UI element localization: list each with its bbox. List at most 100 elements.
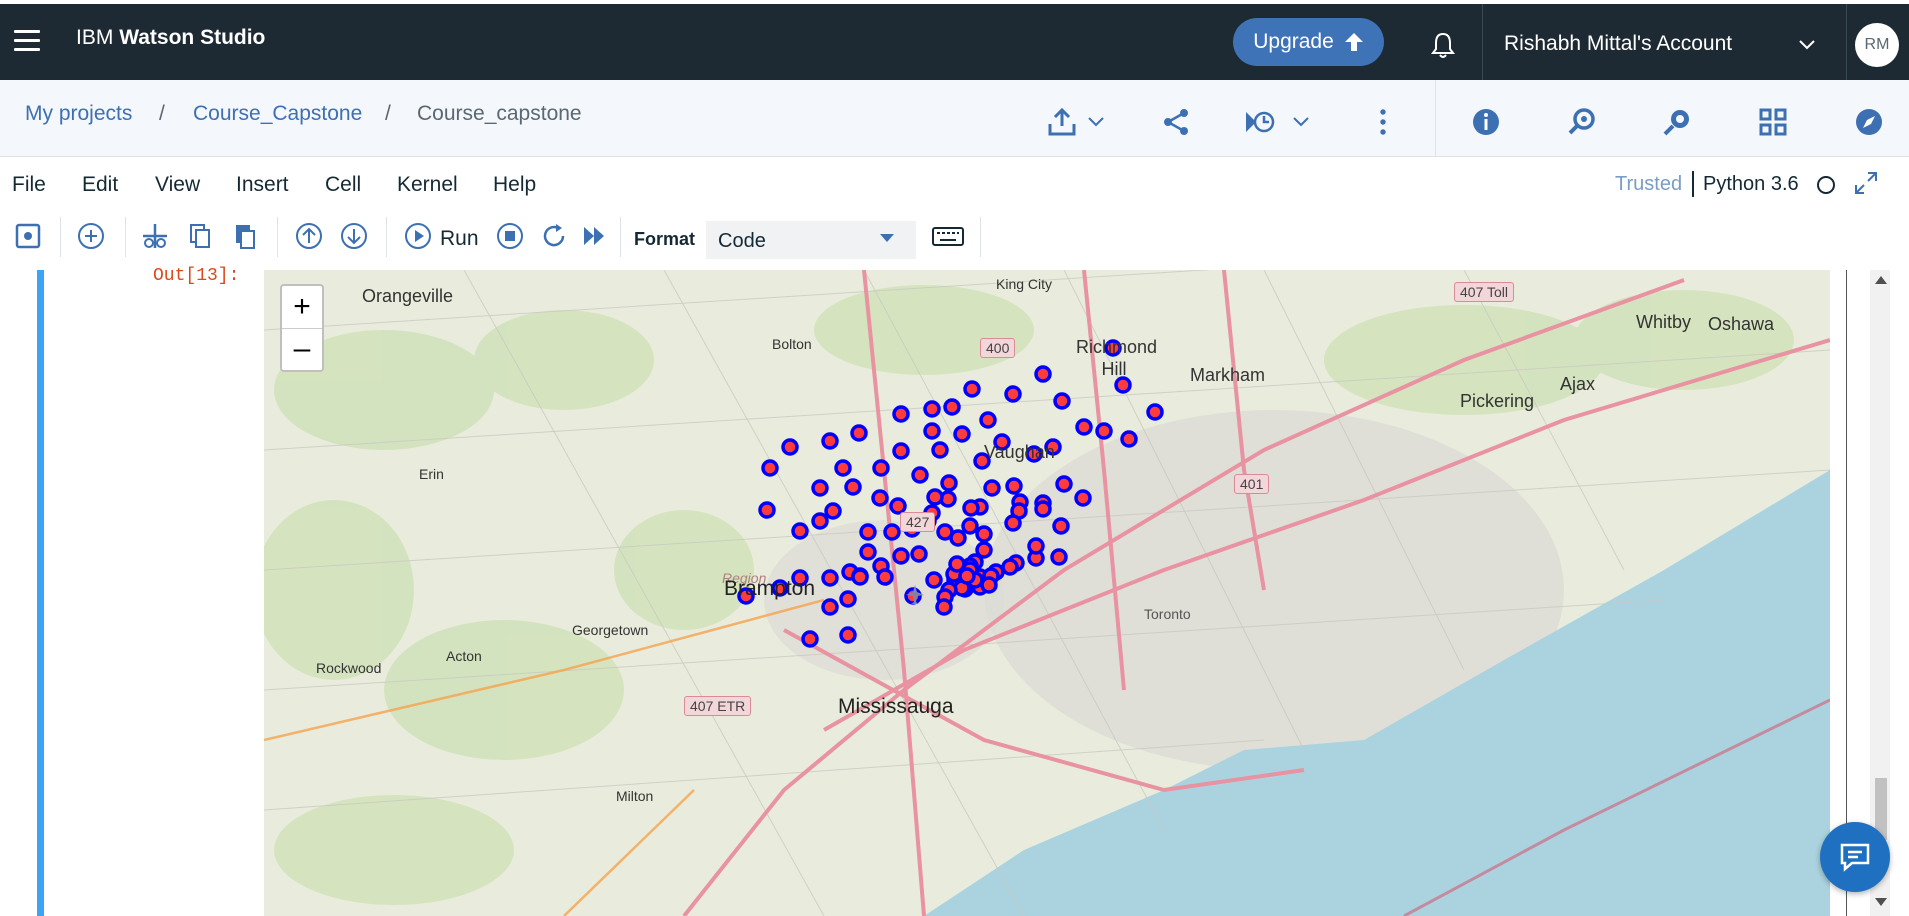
- neighborhood-marker[interactable]: [851, 568, 869, 586]
- neighborhood-marker[interactable]: [1034, 500, 1052, 518]
- scroll-down-icon[interactable]: [1875, 898, 1887, 906]
- breadcrumb-my-projects[interactable]: My projects: [25, 102, 132, 126]
- neighborhood-marker[interactable]: [980, 576, 998, 594]
- neighborhood-marker[interactable]: [889, 497, 907, 515]
- neighborhood-marker[interactable]: [821, 598, 839, 616]
- neighborhood-marker[interactable]: [931, 441, 949, 459]
- neighborhood-marker[interactable]: [872, 459, 890, 477]
- neighborhood-marker[interactable]: [839, 626, 857, 644]
- menu-kernel[interactable]: Kernel: [397, 173, 458, 197]
- run-icon[interactable]: [403, 221, 433, 251]
- overflow-icon[interactable]: [1373, 106, 1393, 138]
- zoom-out-button[interactable]: –: [282, 328, 322, 370]
- neighborhood-marker[interactable]: [1074, 489, 1092, 507]
- breadcrumb-project[interactable]: Course_Capstone: [193, 102, 362, 126]
- neighborhood-marker[interactable]: [1005, 477, 1023, 495]
- chevron-down-icon[interactable]: [1797, 34, 1817, 54]
- add-cell-icon[interactable]: [76, 221, 106, 251]
- version-history-icon[interactable]: [1244, 106, 1276, 138]
- account-switcher[interactable]: Rishabh Mittal's Account: [1504, 32, 1732, 56]
- neighborhood-marker[interactable]: [850, 424, 868, 442]
- neighborhood-marker[interactable]: [824, 502, 842, 520]
- neighborhood-marker[interactable]: [821, 432, 839, 450]
- neighborhood-marker[interactable]: [883, 523, 901, 541]
- neighborhood-marker[interactable]: [910, 545, 928, 563]
- neighborhood-marker[interactable]: [892, 547, 910, 565]
- paste-icon[interactable]: [230, 221, 260, 251]
- neighborhood-marker[interactable]: [758, 501, 776, 519]
- neighborhood-marker[interactable]: [1004, 385, 1022, 403]
- menu-cell[interactable]: Cell: [325, 173, 361, 197]
- neighborhood-marker[interactable]: [844, 478, 862, 496]
- neighborhood-marker[interactable]: [958, 567, 976, 585]
- neighborhood-marker[interactable]: [1050, 548, 1068, 566]
- share-icon[interactable]: [1160, 106, 1192, 138]
- neighborhood-marker[interactable]: [1055, 475, 1073, 493]
- neighborhood-marker[interactable]: [940, 474, 958, 492]
- neighborhood-marker[interactable]: [811, 479, 829, 497]
- neighborhood-marker[interactable]: [1114, 376, 1132, 394]
- neighborhood-marker[interactable]: [979, 411, 997, 429]
- neighborhood-marker[interactable]: [1075, 418, 1093, 436]
- kernel-name[interactable]: Python 3.6: [1703, 173, 1799, 196]
- neighborhood-marker[interactable]: [892, 442, 910, 460]
- neighborhood-marker[interactable]: [1052, 517, 1070, 535]
- cut-icon[interactable]: [140, 221, 170, 251]
- stop-icon[interactable]: [495, 221, 525, 251]
- neighborhood-marker[interactable]: [821, 569, 839, 587]
- neighborhood-marker[interactable]: [1004, 514, 1022, 532]
- neighborhood-marker[interactable]: [1120, 430, 1138, 448]
- neighborhood-marker[interactable]: [935, 598, 953, 616]
- copy-icon[interactable]: [185, 221, 215, 251]
- avatar[interactable]: RM: [1855, 23, 1899, 67]
- neighborhood-marker[interactable]: [943, 398, 961, 416]
- menu-edit[interactable]: Edit: [82, 173, 118, 197]
- trusted-indicator[interactable]: Trusted: [1615, 173, 1682, 196]
- export-icon[interactable]: [1046, 106, 1078, 138]
- run-all-icon[interactable]: [580, 221, 610, 251]
- neighborhood-marker[interactable]: [949, 529, 967, 547]
- neighborhood-marker[interactable]: [923, 400, 941, 418]
- neighborhood-marker[interactable]: [1053, 392, 1071, 410]
- neighborhood-marker[interactable]: [761, 459, 779, 477]
- neighborhood-marker[interactable]: [859, 523, 877, 541]
- menu-insert[interactable]: Insert: [236, 173, 289, 197]
- zoom-in-button[interactable]: +: [282, 286, 322, 328]
- scroll-up-icon[interactable]: [1875, 276, 1887, 284]
- restart-icon[interactable]: [540, 221, 570, 251]
- neighborhood-marker[interactable]: [961, 517, 979, 535]
- neighborhood-marker[interactable]: [811, 512, 829, 530]
- neighborhood-marker[interactable]: [801, 630, 819, 648]
- assets-icon[interactable]: [1757, 106, 1789, 138]
- explore-icon[interactable]: [1661, 106, 1693, 138]
- neighborhood-marker[interactable]: [953, 425, 971, 443]
- neighborhood-marker[interactable]: [1095, 422, 1113, 440]
- neighborhood-marker[interactable]: [859, 543, 877, 561]
- neighborhood-marker[interactable]: [962, 499, 980, 517]
- neighborhood-marker[interactable]: [911, 466, 929, 484]
- neighborhood-marker[interactable]: [876, 568, 894, 586]
- menu-help[interactable]: Help: [493, 173, 536, 197]
- neighborhood-marker[interactable]: [923, 422, 941, 440]
- expand-icon[interactable]: [1853, 170, 1879, 196]
- neighborhood-marker[interactable]: [791, 522, 809, 540]
- neighborhood-marker[interactable]: [925, 571, 943, 589]
- info-icon[interactable]: [1470, 106, 1502, 138]
- move-down-icon[interactable]: [339, 221, 369, 251]
- neighborhood-marker[interactable]: [926, 488, 944, 506]
- neighborhood-marker[interactable]: [871, 489, 889, 507]
- move-up-icon[interactable]: [294, 221, 324, 251]
- save-icon[interactable]: [13, 221, 43, 251]
- chat-button[interactable]: [1820, 822, 1890, 892]
- neighborhood-marker[interactable]: [834, 459, 852, 477]
- neighborhood-marker[interactable]: [892, 405, 910, 423]
- run-button[interactable]: Run: [440, 227, 479, 251]
- neighborhood-marker[interactable]: [781, 438, 799, 456]
- product-title[interactable]: IBM Watson Studio: [76, 26, 265, 50]
- neighborhood-marker[interactable]: [1146, 403, 1164, 421]
- neighborhood-marker[interactable]: [1001, 558, 1019, 576]
- neighborhood-marker[interactable]: [975, 525, 993, 543]
- neighborhood-marker[interactable]: [1034, 365, 1052, 383]
- folium-map[interactable]: Orangeville King City Richmond Hill Mark…: [264, 270, 1830, 916]
- compass-icon[interactable]: [1853, 106, 1885, 138]
